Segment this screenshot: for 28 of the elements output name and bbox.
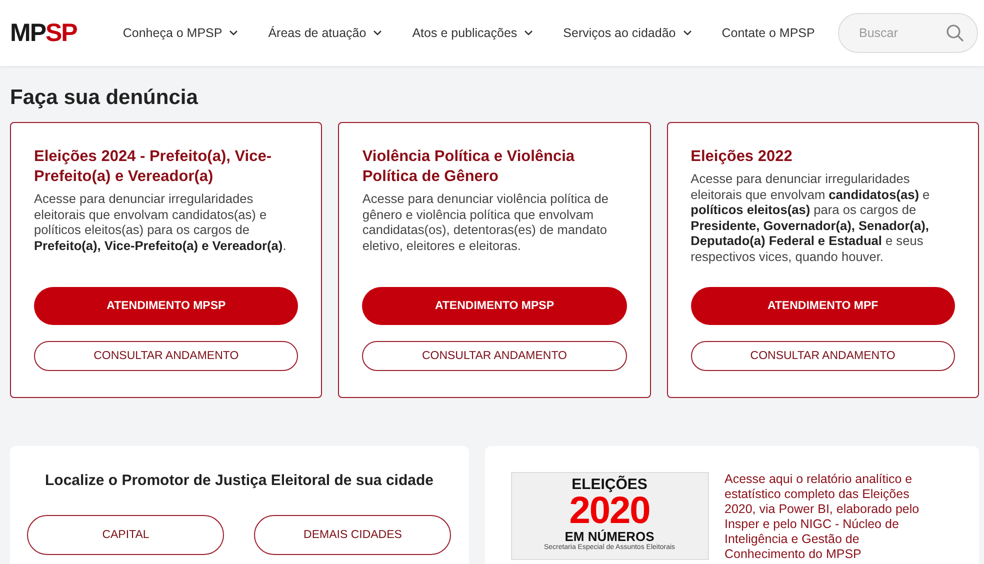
nav-link[interactable]: Atos e publicações bbox=[412, 26, 534, 40]
city-button[interactable]: CAPITAL bbox=[27, 515, 224, 555]
card-description: Acesse para denunciar violência política de gênero e violência política que envolvam candidatas(os), detentoras(es) de mandato eletivo, eleitores e eleitoras. bbox=[362, 191, 610, 253]
secondary-button[interactable]: CONSULTAR ANDAMENTO bbox=[690, 341, 955, 371]
primary-button[interactable]: ATENDIMENTO MPSP bbox=[34, 287, 298, 325]
secondary-button[interactable]: CONSULTAR ANDAMENTO bbox=[362, 341, 627, 371]
city-button[interactable]: DEMAIS CIDADES bbox=[254, 515, 452, 555]
primary-button[interactable]: ATENDIMENTO MPF bbox=[690, 287, 955, 325]
primary-button[interactable]: ATENDIMENTO MPSP bbox=[362, 287, 627, 325]
card-description: Acesse para denunciar irregularidades eleitorais que envolvam candidatos(as) e políticos eleitos(as) para os cargos de Prefeito(a), Vice-Prefeito(a) e Vereador(a). bbox=[34, 191, 288, 253]
card-title: Violência Política e Violência Política de Gênero bbox=[362, 147, 576, 187]
site-logo[interactable]: MPSP bbox=[10, 18, 77, 48]
search-field[interactable]: Buscar bbox=[838, 13, 978, 53]
secondary-button[interactable]: CONSULTAR ANDAMENTO bbox=[34, 341, 298, 371]
banner-text: EM NÚMEROS bbox=[564, 530, 654, 543]
panel-title: Localize o Promotor de Justiça Eleitoral de sua cidade bbox=[45, 472, 434, 489]
card-title: Eleições 2024 - Prefeito(a), Vice-Prefeito(a) e Vereador(a) bbox=[34, 147, 272, 187]
nav-link[interactable]: Áreas de atuação bbox=[268, 26, 382, 40]
banner-year: 2020 bbox=[569, 492, 650, 530]
nav-link[interactable]: Conheça o MPSP bbox=[122, 26, 238, 40]
nav-link[interactable]: Serviços ao cidadão bbox=[563, 26, 692, 40]
nav-link[interactable]: Contate o MPSP bbox=[722, 26, 815, 40]
card-description: Acesse para denunciar irregularidades eleitorais que envolvam candidatos(as) e políticos eleitos(as) para os cargos de Presidente, Governador(a), Senador(a), Deputado(a) Federal e Estadual e seus respectivos vices, quando houver. bbox=[690, 171, 931, 264]
banner-text: ELEIÇÕES bbox=[572, 477, 648, 492]
card-title: Eleições 2022 bbox=[690, 147, 794, 167]
page-title: Faça sua denúncia bbox=[10, 86, 199, 110]
search-icon[interactable] bbox=[946, 24, 964, 42]
report-link[interactable]: Acesse aqui o relatório analítico e estatístico completo das Eleições 2020, via Power BI, elaborado pelo Insper e pelo NIGC - Núcleo de Inteligência e Gestão de Conhecimento do MPSP bbox=[724, 472, 934, 564]
